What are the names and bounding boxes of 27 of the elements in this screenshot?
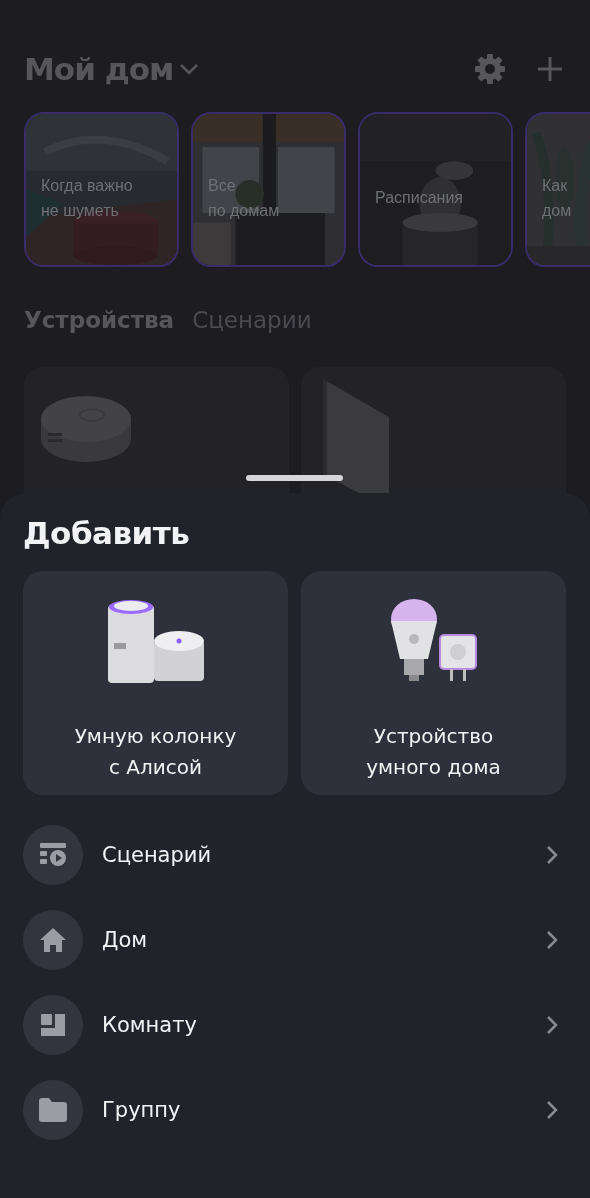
story-card[interactable]: Как дом bbox=[525, 112, 590, 267]
room-icon bbox=[39, 1011, 67, 1039]
menu-item[interactable]: Дом bbox=[23, 910, 566, 970]
story-card[interactable]: Расписания bbox=[358, 112, 513, 267]
home-title[interactable]: Мой дом bbox=[24, 51, 174, 87]
story-title: Когда важно не шуметь bbox=[41, 175, 134, 221]
menu-item[interactable]: Комнату bbox=[23, 995, 566, 1055]
story-card[interactable]: Когда важно не шуметь bbox=[24, 112, 179, 267]
sheet-title: Добавить bbox=[23, 515, 191, 551]
scenario-icon bbox=[39, 841, 67, 869]
chevron-down-icon[interactable] bbox=[179, 63, 200, 75]
tab[interactable]: Устройства bbox=[24, 307, 175, 333]
chevron-right-icon bbox=[546, 930, 558, 950]
chevron-right-icon bbox=[546, 1100, 558, 1120]
menu-item[interactable]: Сценарий bbox=[23, 825, 566, 885]
add-button[interactable] bbox=[536, 55, 564, 83]
folder-icon bbox=[38, 1097, 68, 1123]
story-title: Как дом bbox=[542, 175, 573, 221]
add-option-card[interactable]: Устройство умного дома bbox=[301, 571, 566, 795]
menu-item[interactable]: Группу bbox=[23, 1080, 566, 1140]
home-icon bbox=[39, 926, 67, 954]
sheet-handle[interactable] bbox=[246, 475, 343, 481]
add-option-card[interactable]: Умную колонку с Алисой bbox=[23, 571, 288, 795]
settings-button[interactable] bbox=[474, 53, 506, 85]
story-title: Расписания bbox=[375, 188, 464, 208]
chevron-right-icon bbox=[546, 845, 558, 865]
chevron-right-icon bbox=[546, 1015, 558, 1035]
